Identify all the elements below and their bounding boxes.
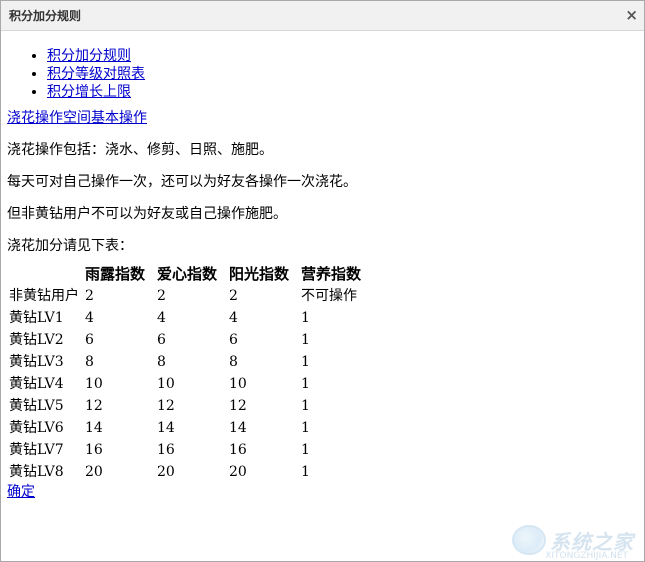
confirm-link[interactable]: 确定 (7, 483, 35, 501)
toc-item: 积分等级对照表 (47, 65, 638, 83)
table-header-cell (7, 263, 83, 285)
row-label-cell: 黄钻LV8 (9, 464, 64, 480)
table-cell: 6 (157, 332, 166, 348)
table-header-row: 雨露指数 爱心指数 阳光指数 营养指数 (7, 263, 371, 285)
table-cell: 1 (301, 376, 310, 392)
table-row: 黄钻LV7 16 16 16 1 (7, 439, 371, 461)
table-cell: 1 (301, 332, 310, 348)
section-heading-link[interactable]: 浇花操作空间基本操作 (7, 109, 147, 127)
toc-link-growth-limit[interactable]: 积分增长上限 (47, 84, 131, 100)
row-label-cell: 非黄钻用户 (9, 288, 79, 304)
table-header-cell: 爱心指数 (157, 265, 218, 283)
table-row: 黄钻LV2 6 6 6 1 (7, 329, 371, 351)
table-cell: 20 (229, 464, 247, 480)
table-cell: 14 (229, 420, 247, 436)
table-body: 非黄钻用户 2 2 2 不可操作 黄钻LV1 4 4 4 1 黄钻LV2 6 6 6 1 黄钻LV3 8 8 8 1 黄… (7, 285, 371, 483)
table-of-contents: 积分加分规则 积分等级对照表 积分增长上限 (7, 47, 638, 101)
table-cell: 14 (85, 420, 103, 436)
table-header-cell: 阳光指数 (229, 265, 290, 283)
table-cell: 16 (157, 442, 175, 458)
row-label-cell: 黄钻LV3 (9, 354, 64, 370)
table-cell: 4 (157, 310, 166, 326)
watermark-logo-icon (512, 525, 546, 555)
paragraph-operations: 浇花操作包括：浇水、修剪、日照、施肥。 (7, 142, 273, 158)
row-label-cell: 黄钻LV7 (9, 442, 64, 458)
table-cell: 1 (301, 442, 310, 458)
table-cell: 10 (85, 376, 103, 392)
table-header-cell: 雨露指数 (85, 265, 146, 283)
table-row: 黄钻LV3 8 8 8 1 (7, 351, 371, 373)
toc-item: 积分增长上限 (47, 83, 638, 101)
dialog-title: 积分加分规则 (9, 9, 82, 23)
points-table: 雨露指数 爱心指数 阳光指数 营养指数 非黄钻用户 2 2 2 不可操作黄钻LV1 4 4 4… (7, 263, 371, 483)
table-cell: 14 (157, 420, 175, 436)
table-cell: 2 (85, 288, 94, 304)
table-cell: 10 (157, 376, 175, 392)
row-label-cell: 黄钻LV6 (9, 420, 64, 436)
table-header-cell: 营养指数 (301, 265, 362, 283)
dialog-content: 积分加分规则 积分等级对照表 积分增长上限 浇花操作空间基本操作 浇花操作包括：… (1, 31, 644, 501)
table-row: 黄钻LV1 4 4 4 1 (7, 307, 371, 329)
table-cell: 4 (229, 310, 238, 326)
table-cell: 12 (229, 398, 247, 414)
toc-link-level-table[interactable]: 积分等级对照表 (47, 66, 145, 82)
table-cell: 1 (301, 398, 310, 414)
table-cell: 20 (157, 464, 175, 480)
table-cell: 12 (85, 398, 103, 414)
table-row: 黄钻LV6 14 14 14 1 (7, 417, 371, 439)
table-cell: 8 (157, 354, 166, 370)
table-cell: 不可操作 (301, 288, 357, 304)
table-cell: 6 (229, 332, 238, 348)
table-cell: 16 (229, 442, 247, 458)
table-cell: 1 (301, 354, 310, 370)
rules-dialog: 积分加分规则 × 积分加分规则 积分等级对照表 积分增长上限 浇花操作空间基本操… (0, 0, 645, 562)
row-label-cell: 黄钻LV5 (9, 398, 64, 414)
row-label-cell: 黄钻LV1 (9, 310, 64, 326)
table-cell: 16 (85, 442, 103, 458)
table-cell: 8 (229, 354, 238, 370)
table-row: 黄钻LV4 10 10 10 1 (7, 373, 371, 395)
watermark-url: XITONGZHIJIA.NET (545, 551, 628, 561)
paragraph-table-intro: 浇花加分请见下表： (7, 238, 133, 254)
table-cell: 2 (229, 288, 238, 304)
dialog-titlebar: 积分加分规则 × (1, 1, 644, 31)
table-cell: 1 (301, 420, 310, 436)
row-label-cell: 黄钻LV4 (9, 376, 64, 392)
table-cell: 10 (229, 376, 247, 392)
table-cell: 2 (157, 288, 166, 304)
table-cell: 20 (85, 464, 103, 480)
close-icon[interactable]: × (625, 8, 638, 23)
table-cell: 12 (157, 398, 175, 414)
paragraph-daily-limit: 每天可对自己操作一次，还可以为好友各操作一次浇花。 (7, 174, 357, 190)
toc-item: 积分加分规则 (47, 47, 638, 65)
row-label-cell: 黄钻LV2 (9, 332, 64, 348)
toc-link-points-rules[interactable]: 积分加分规则 (47, 48, 131, 64)
table-cell: 6 (85, 332, 94, 348)
paragraph-fertilize-restriction: 但非黄钻用户不可以为好友或自己操作施肥。 (7, 206, 287, 222)
table-cell: 1 (301, 464, 310, 480)
table-cell: 4 (85, 310, 94, 326)
table-row: 非黄钻用户 2 2 2 不可操作 (7, 285, 371, 307)
table-cell: 8 (85, 354, 94, 370)
table-cell: 1 (301, 310, 310, 326)
table-row: 黄钻LV8 20 20 20 1 (7, 461, 371, 483)
table-row: 黄钻LV5 12 12 12 1 (7, 395, 371, 417)
